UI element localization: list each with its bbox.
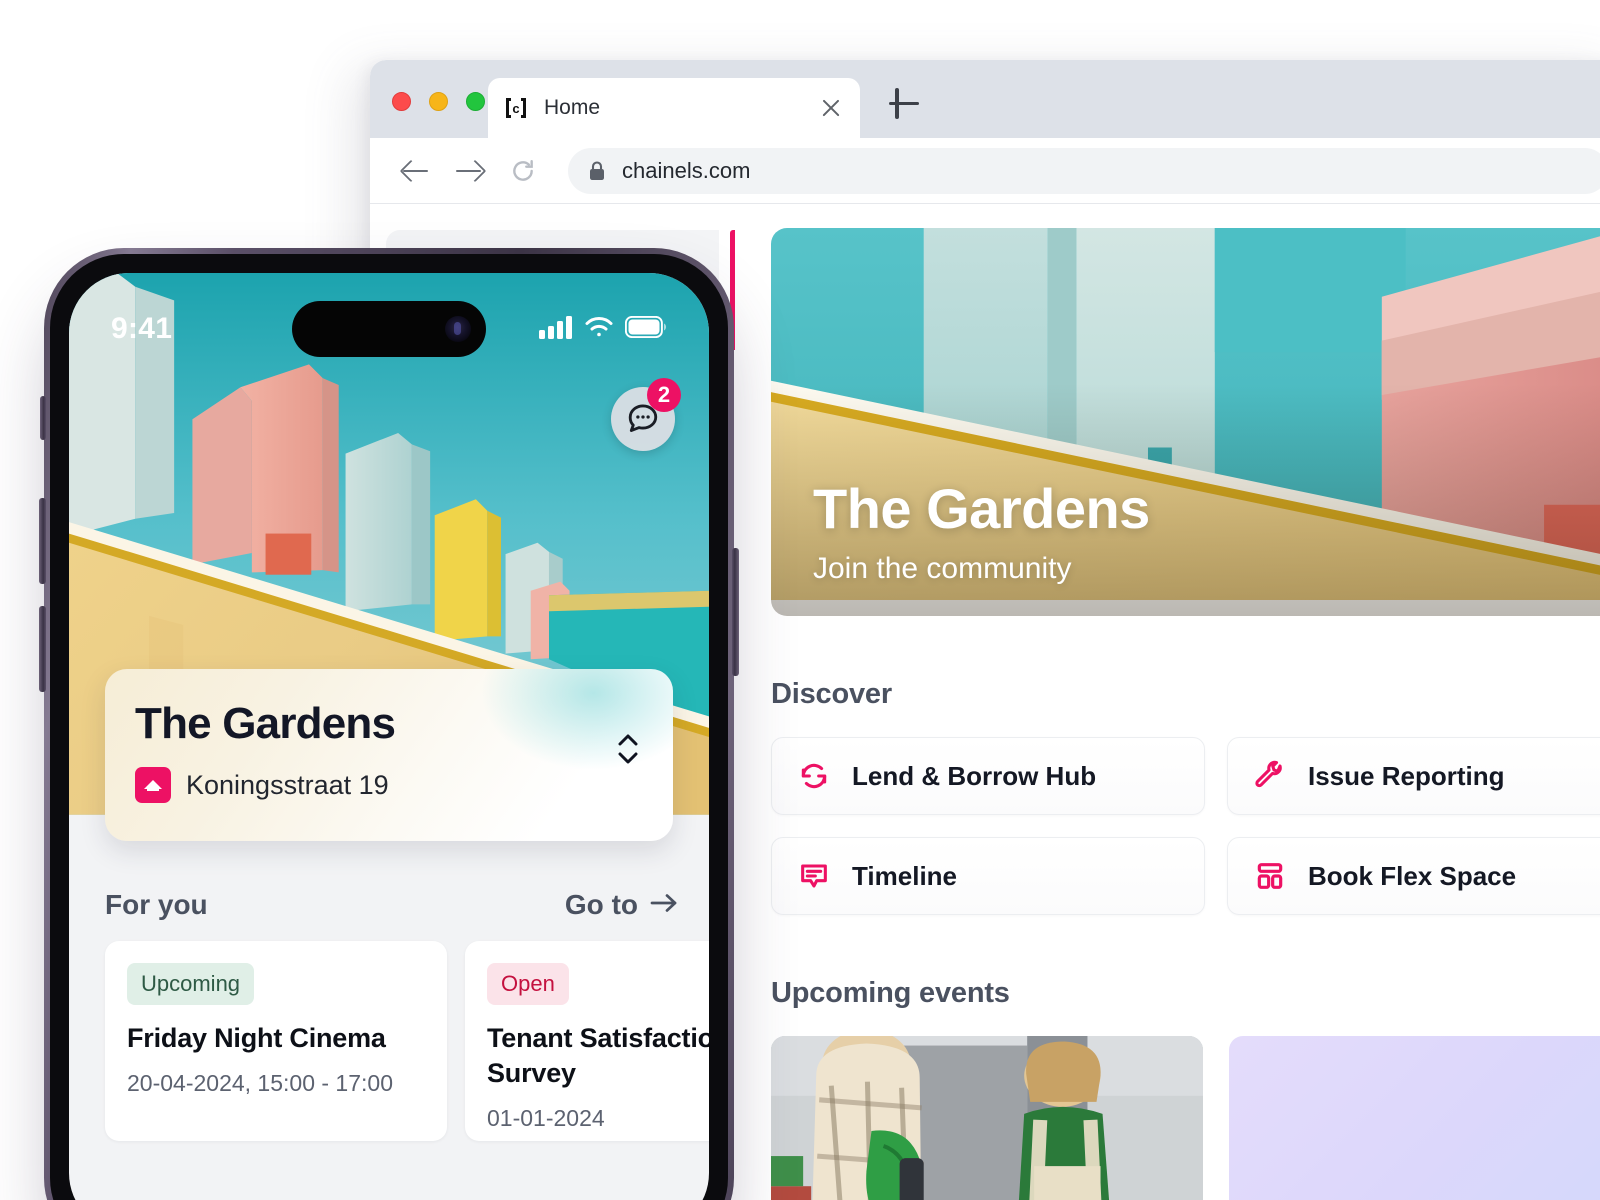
browser-toolbar: chainels.com <box>370 138 1600 204</box>
window-traffic-lights <box>392 92 485 111</box>
phone-frame: 9:41 2 The Gardens Koningsstraat 19 For … <box>39 248 739 1200</box>
property-address: Koningsstraat 19 <box>186 769 389 800</box>
for-you-header: For you Go to <box>105 889 679 921</box>
discover-grid: Lend & Borrow Hub Issue Reporting Timeli… <box>771 737 1600 915</box>
for-you-card[interactable]: Upcoming Friday Night Cinema 20-04-2024,… <box>105 941 447 1141</box>
for-you-card-title: Tenant Satisfaction Survey <box>487 1023 709 1089</box>
discover-card-timeline[interactable]: Timeline <box>771 837 1205 915</box>
dynamic-island <box>292 301 486 357</box>
phone-power-button[interactable] <box>732 548 739 676</box>
front-camera-icon <box>445 316 471 342</box>
chat-unread-badge: 2 <box>647 378 681 412</box>
for-you-card-title: Friday Night Cinema <box>127 1023 386 1053</box>
event-photo-kitchen <box>771 1036 1203 1200</box>
property-switcher-card[interactable]: The Gardens Koningsstraat 19 <box>105 669 673 841</box>
lock-icon <box>588 160 606 182</box>
discover-card-label: Timeline <box>852 860 958 891</box>
phone-bezel: 9:41 2 The Gardens Koningsstraat 19 For … <box>50 254 728 1200</box>
browser-tab[interactable]: c Home <box>488 78 860 138</box>
url-input[interactable]: chainels.com <box>568 147 1600 194</box>
chevron-up-down-icon[interactable] <box>615 729 641 769</box>
event-card-placeholder[interactable] <box>1229 1036 1600 1200</box>
discover-card-book-flex-space[interactable]: Book Flex Space <box>1227 837 1600 915</box>
discover-card-label: Lend & Borrow Hub <box>852 760 1097 791</box>
hero-banner[interactable]: The Gardens Join the community <box>771 228 1600 616</box>
hero-title: The Gardens <box>813 477 1150 541</box>
discover-card-issue-reporting[interactable]: Issue Reporting <box>1227 737 1600 815</box>
discover-card-lend-borrow-hub[interactable]: Lend & Borrow Hub <box>771 737 1205 815</box>
minimize-traffic-light[interactable] <box>429 92 448 111</box>
browser-tab-title: Home <box>544 96 601 119</box>
goto-label: Go to <box>564 889 638 920</box>
chainels-logo-icon: c <box>504 96 528 120</box>
arrow-right-icon[interactable] <box>446 148 492 194</box>
for-you-heading: For you <box>105 889 208 920</box>
discover-card-label: Book Flex Space <box>1308 860 1517 891</box>
upcoming-events-heading: Upcoming events <box>771 977 1010 1009</box>
maximize-traffic-light[interactable] <box>466 92 485 111</box>
for-you-card-date: 01-01-2024 <box>487 1105 605 1132</box>
discover-heading: Discover <box>771 678 892 710</box>
arrow-right-icon <box>649 891 679 920</box>
url-text: chainels.com <box>622 157 751 183</box>
hero-text-block: The Gardens Join the community <box>813 478 1150 586</box>
phone-volume-up-button[interactable] <box>39 498 46 584</box>
upcoming-events-grid <box>771 1036 1600 1200</box>
page-main-content: The Gardens Join the community Discover <box>735 204 1600 1200</box>
for-you-card-list: Upcoming Friday Night Cinema 20-04-2024,… <box>105 941 709 1141</box>
screenshot-stage: c Home chainels.com The Gardens Join the… <box>0 0 1600 1200</box>
phone-mockup: 9:41 2 The Gardens Koningsstraat 19 For … <box>39 248 739 1200</box>
property-address-row: Koningsstraat 19 <box>135 767 643 803</box>
for-you-goto-link[interactable]: Go to <box>565 889 679 921</box>
reload-icon[interactable] <box>500 148 546 194</box>
property-name: The Gardens <box>135 699 396 748</box>
swap-arrows-icon <box>798 760 830 792</box>
layout-grid-icon <box>1254 860 1286 892</box>
svg-text:c: c <box>512 101 519 116</box>
event-card-photo[interactable] <box>771 1036 1203 1200</box>
phone-mute-button[interactable] <box>40 396 46 440</box>
discover-card-label: Issue Reporting <box>1308 760 1505 791</box>
hero-subtitle: Join the community <box>813 552 1072 585</box>
phone-screen: 9:41 2 The Gardens Koningsstraat 19 For … <box>69 273 709 1200</box>
close-traffic-light[interactable] <box>392 92 411 111</box>
browser-tab-strip: c Home <box>370 60 1600 138</box>
for-you-card[interactable]: Open Tenant Satisfaction Survey 01-01-20… <box>465 941 709 1141</box>
phone-volume-down-button[interactable] <box>39 606 46 692</box>
message-lines-icon <box>798 860 830 892</box>
status-badge: Open <box>487 963 569 1005</box>
close-icon[interactable] <box>818 95 844 121</box>
new-tab-button[interactable] <box>882 82 926 126</box>
chat-button[interactable]: 2 <box>611 378 681 451</box>
for-you-card-date: 20-04-2024, 15:00 - 17:00 <box>127 1070 393 1097</box>
status-badge: Upcoming <box>127 963 255 1005</box>
home-pin-icon <box>135 767 171 803</box>
arrow-left-icon[interactable] <box>392 148 438 194</box>
wrench-icon <box>1254 760 1286 792</box>
